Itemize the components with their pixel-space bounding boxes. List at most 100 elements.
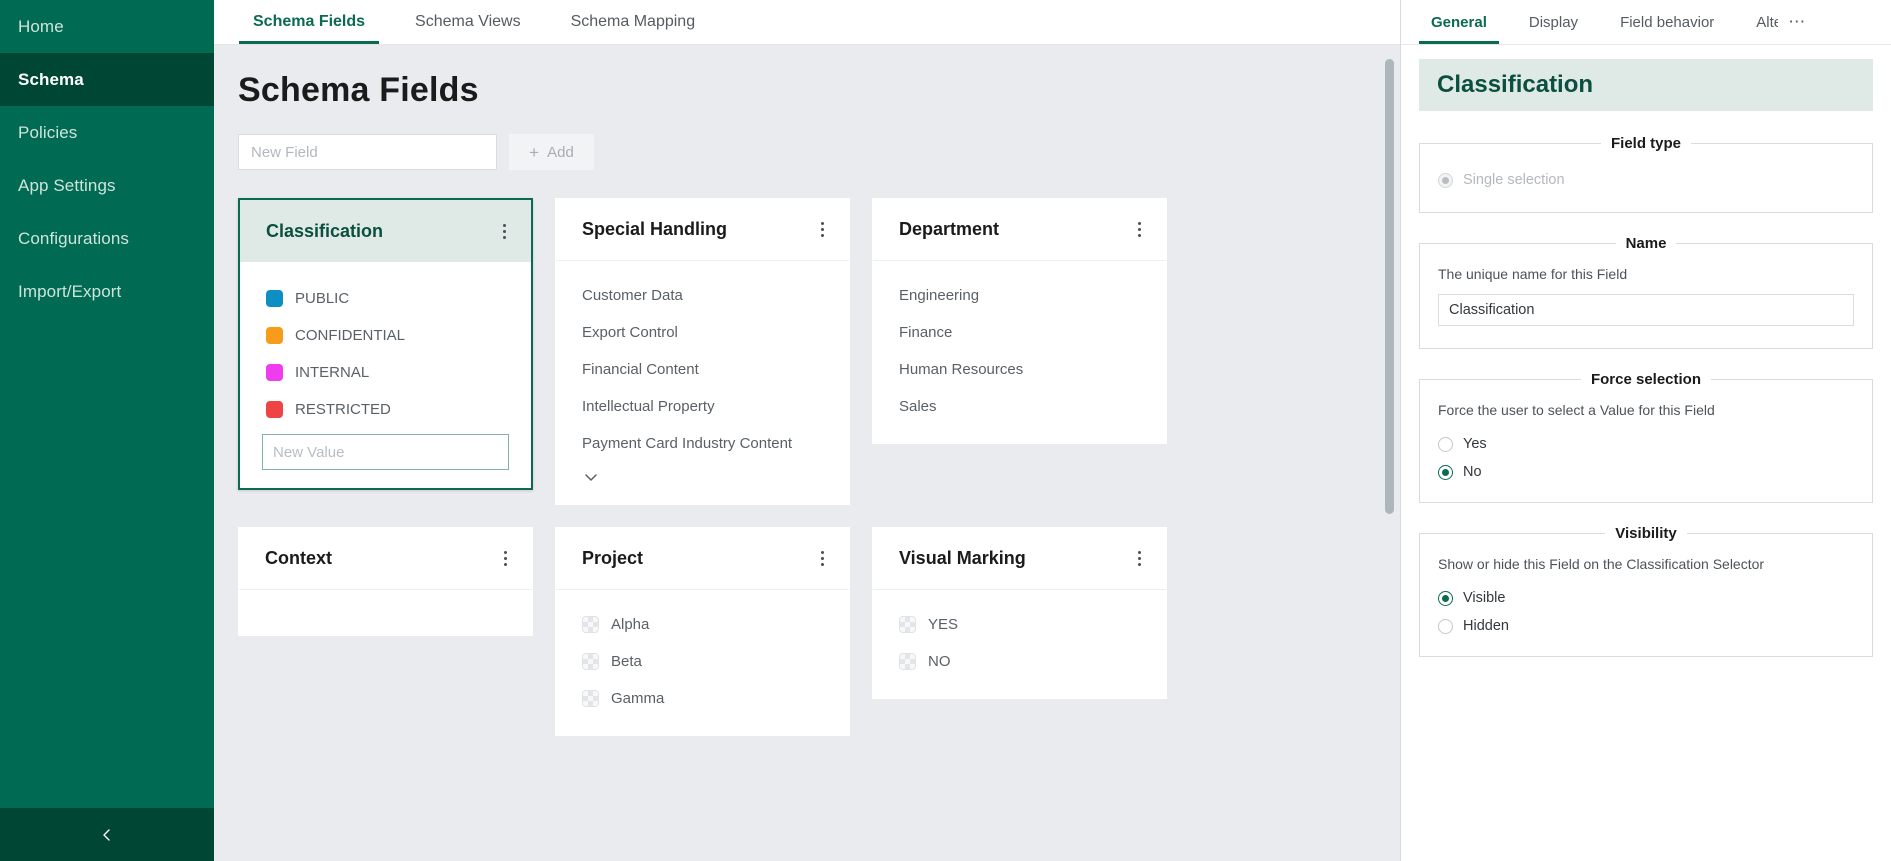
main-scroll-inner: Schema Fields + Add Classification PUBLIC… bbox=[214, 45, 1400, 736]
card-expand-button[interactable] bbox=[556, 462, 849, 486]
card-value-row[interactable]: CONFIDENTIAL bbox=[240, 317, 531, 354]
card-title: Classification bbox=[266, 221, 493, 242]
card-value-row[interactable]: Payment Card Industry Content bbox=[556, 425, 849, 462]
kebab-menu-icon[interactable] bbox=[1128, 548, 1150, 570]
visibility-group: Visibility Show or hide this Field on th… bbox=[1419, 525, 1873, 657]
new-value-wrapper bbox=[240, 428, 531, 470]
main-tabbar: Schema Fields Schema Views Schema Mapping bbox=[214, 0, 1400, 45]
sidebar-item-schema[interactable]: Schema bbox=[0, 53, 214, 106]
card-value-row[interactable]: Customer Data bbox=[556, 277, 849, 314]
card-title: Special Handling bbox=[582, 219, 811, 240]
kebab-menu-icon[interactable] bbox=[811, 548, 833, 570]
sidebar-item-policies[interactable]: Policies bbox=[0, 106, 214, 159]
properties-body: Classification Field type Single selecti… bbox=[1401, 45, 1891, 861]
sidebar-item-app-settings[interactable]: App Settings bbox=[0, 159, 214, 212]
card-header: Special Handling bbox=[556, 199, 849, 261]
card-value-row[interactable]: Financial Content bbox=[556, 351, 849, 388]
chevron-down-icon bbox=[582, 468, 823, 486]
main-scrollbar[interactable] bbox=[1385, 49, 1394, 857]
schema-field-card[interactable]: Classification PUBLIC CONFIDENTIAL INTERNAL… bbox=[238, 198, 533, 490]
sidebar-item-label: Configurations bbox=[18, 229, 129, 249]
card-value-label: Human Resources bbox=[899, 361, 1023, 378]
visibility-option-visible[interactable]: Visible bbox=[1438, 584, 1854, 612]
tab-schema-fields[interactable]: Schema Fields bbox=[239, 0, 379, 44]
visibility-description: Show or hide this Field on the Classific… bbox=[1438, 556, 1854, 572]
properties-tab-label: General bbox=[1431, 14, 1487, 31]
field-properties-panel: General Display Field behavior Alte⋯ Classi… bbox=[1400, 0, 1891, 861]
field-type-group: Field type Single selection bbox=[1419, 135, 1873, 213]
tab-label: Schema Views bbox=[415, 13, 521, 31]
properties-tab-label: Display bbox=[1529, 14, 1578, 31]
properties-tab-alte[interactable]: Alte bbox=[1744, 0, 1778, 44]
card-value-row[interactable]: NO bbox=[873, 643, 1166, 680]
name-input[interactable] bbox=[1438, 294, 1854, 326]
radio-icon-force-yes[interactable] bbox=[1438, 437, 1453, 452]
card-body bbox=[239, 590, 532, 635]
force-selection-legend: Force selection bbox=[1581, 371, 1711, 388]
card-value-row[interactable]: Intellectual Property bbox=[556, 388, 849, 425]
main-scrollbar-thumb[interactable] bbox=[1385, 59, 1394, 514]
kebab-menu-icon[interactable] bbox=[811, 219, 833, 241]
sidebar-item-home[interactable]: Home bbox=[0, 0, 214, 53]
kebab-menu-icon[interactable] bbox=[494, 548, 516, 570]
card-value-row[interactable]: Engineering bbox=[873, 277, 1166, 314]
card-value-row[interactable]: PUBLIC bbox=[240, 280, 531, 317]
kebab-menu-icon[interactable] bbox=[493, 220, 515, 242]
sidebar-spacer bbox=[0, 318, 214, 808]
radio-icon-visibility-hidden[interactable] bbox=[1438, 619, 1453, 634]
card-value-label: NO bbox=[928, 653, 951, 670]
radio-icon-visibility-visible[interactable] bbox=[1438, 591, 1453, 606]
force-selection-option-no[interactable]: No bbox=[1438, 458, 1854, 486]
card-value-label: Payment Card Industry Content bbox=[582, 435, 792, 452]
card-value-row[interactable]: Human Resources bbox=[873, 351, 1166, 388]
name-legend: Name bbox=[1616, 235, 1677, 252]
schema-field-card[interactable]: Special Handling Customer DataExport Cont… bbox=[555, 198, 850, 505]
schema-field-card[interactable]: ProjectAlphaBetaGamma bbox=[555, 527, 850, 736]
radio-icon-force-no[interactable] bbox=[1438, 465, 1453, 480]
schema-field-card[interactable]: Department EngineeringFinance Human Resour… bbox=[872, 198, 1167, 444]
card-header: Context bbox=[239, 528, 532, 590]
card-value-row[interactable]: INTERNAL bbox=[240, 354, 531, 391]
color-swatch-icon bbox=[582, 616, 599, 633]
sidebar-item-configurations[interactable]: Configurations bbox=[0, 212, 214, 265]
sidebar-collapse-button[interactable] bbox=[0, 808, 214, 861]
properties-tab-display[interactable]: Display bbox=[1517, 0, 1590, 44]
card-value-row[interactable]: Beta bbox=[556, 643, 849, 680]
visibility-legend: Visibility bbox=[1605, 525, 1686, 542]
card-value-label: INTERNAL bbox=[295, 364, 369, 381]
visibility-option-hidden[interactable]: Hidden bbox=[1438, 612, 1854, 640]
card-value-row[interactable]: Gamma bbox=[556, 680, 849, 717]
sidebar-item-import-export[interactable]: Import/Export bbox=[0, 265, 214, 318]
force-selection-yes-label: Yes bbox=[1463, 436, 1487, 452]
schema-field-card[interactable]: Context bbox=[238, 527, 533, 636]
schema-field-card[interactable]: Visual MarkingYESNO bbox=[872, 527, 1167, 699]
main-scroll-area: Schema Fields + Add Classification PUBLIC… bbox=[214, 45, 1400, 861]
tab-schema-views[interactable]: Schema Views bbox=[401, 0, 535, 44]
sidebar-item-label: Home bbox=[18, 17, 64, 37]
properties-tab-general[interactable]: General bbox=[1419, 0, 1499, 44]
page-title: Schema Fields bbox=[238, 71, 1370, 110]
card-header: Department bbox=[873, 199, 1166, 261]
properties-tab-field-behavior[interactable]: Field behavior bbox=[1608, 0, 1726, 44]
new-field-input[interactable] bbox=[238, 134, 497, 170]
sidebar-item-label: Policies bbox=[18, 123, 77, 143]
add-field-button[interactable]: + Add bbox=[509, 134, 594, 170]
card-value-row[interactable]: Sales bbox=[873, 388, 1166, 425]
card-value-row[interactable]: RESTRICTED bbox=[240, 391, 531, 428]
force-selection-option-yes[interactable]: Yes bbox=[1438, 430, 1854, 458]
color-swatch-icon bbox=[266, 290, 283, 307]
card-value-row[interactable]: Alpha bbox=[556, 606, 849, 643]
schema-field-cards: Classification PUBLIC CONFIDENTIAL INTERNAL… bbox=[238, 198, 1370, 736]
kebab-menu-icon[interactable] bbox=[1128, 219, 1150, 241]
properties-tabs-overflow-icon[interactable]: ⋯ bbox=[1784, 0, 1810, 44]
card-value-row[interactable]: Export Control bbox=[556, 314, 849, 351]
card-value-row[interactable]: Finance bbox=[873, 314, 1166, 351]
card-value-label: CONFIDENTIAL bbox=[295, 327, 405, 344]
add-field-button-label: Add bbox=[547, 144, 574, 161]
color-swatch-icon bbox=[899, 653, 916, 670]
color-swatch-icon bbox=[266, 327, 283, 344]
card-body: Customer DataExport ControlFinancial Con… bbox=[556, 261, 849, 504]
new-value-input[interactable] bbox=[262, 434, 509, 470]
tab-schema-mapping[interactable]: Schema Mapping bbox=[557, 0, 710, 44]
card-value-row[interactable]: YES bbox=[873, 606, 1166, 643]
